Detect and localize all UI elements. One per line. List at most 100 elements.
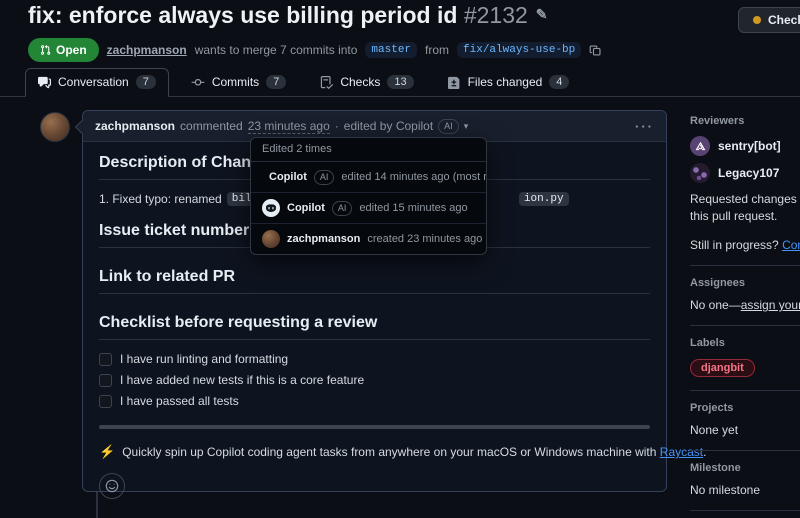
reviewers-title[interactable]: Reviewers: [690, 115, 800, 127]
reviewer-name: sentry[bot]: [718, 139, 781, 153]
tab-conversation-count: 7: [136, 75, 156, 89]
tab-checks-label: Checks: [340, 75, 380, 89]
check-status-button[interactable]: Check: [738, 7, 800, 33]
pr-author-link[interactable]: zachpmanson: [107, 43, 187, 57]
checklist-item-label: I have added new tests if this is a core…: [120, 373, 364, 387]
edit-actor: zachpmanson: [287, 233, 360, 245]
assign-yourself-link[interactable]: assign yourself: [741, 298, 800, 312]
pull-request-page: fix: enforce always use billing period i…: [0, 0, 800, 518]
labels-title[interactable]: Labels: [690, 337, 800, 349]
ai-badge: AI: [332, 201, 353, 216]
milestone-title[interactable]: Milestone: [690, 462, 800, 474]
zachpmanson-avatar: [262, 230, 280, 248]
checklist-item: I have passed all tests: [99, 394, 650, 408]
checklist-item-label: I have passed all tests: [120, 394, 239, 408]
still-in-progress-note: Still in progress? Conver: [690, 238, 800, 252]
edit-title-pencil-icon[interactable]: ✎: [536, 6, 548, 22]
list-item-text: 1. Fixed typo: renamed: [99, 192, 222, 206]
tab-checks-count: 13: [387, 75, 413, 89]
reviewer-name: Legacy107: [718, 166, 779, 180]
edit-actor: Copilot: [287, 202, 325, 214]
convert-to-draft-link[interactable]: Conver: [782, 238, 800, 252]
smiley-icon: [105, 479, 119, 493]
comment-author-avatar[interactable]: [40, 112, 70, 142]
edited-by-text[interactable]: edited by Copilot: [344, 119, 433, 133]
tab-commits-label: Commits: [212, 75, 259, 89]
checklist-item: I have added new tests if this is a core…: [99, 373, 650, 387]
pr-tabbar: Conversation 7 Commits 7 Checks 13 Files…: [0, 70, 800, 97]
markdown-divider: [99, 425, 650, 429]
commit-icon: [191, 76, 205, 89]
edit-history-entry[interactable]: zachpmanson created 23 minutes ago: [251, 224, 486, 254]
projects-section: Projects None yet: [690, 391, 800, 451]
pr-title-text: fix: enforce always use billing period i…: [28, 2, 457, 28]
chevron-down-icon[interactable]: ▾: [464, 121, 469, 132]
edit-history-entry[interactable]: Copilot AI edited 14 minutes ago (most r…: [251, 162, 486, 193]
pr-meta-row: Open zachpmanson wants to merge 7 commit…: [28, 38, 602, 62]
requested-changes-note: Requested changes mus this pull request.: [690, 191, 800, 225]
file-diff-icon: [448, 76, 461, 89]
raycast-promo-note: ⚡ Quickly spin up Copilot coding agent t…: [99, 444, 650, 460]
ai-badge: AI: [314, 170, 335, 185]
copilot-icon: [262, 199, 280, 217]
tab-commits[interactable]: Commits 7: [179, 69, 298, 96]
tab-files-changed-count: 4: [549, 75, 569, 89]
checklist-icon: [320, 76, 333, 89]
reviewer-row[interactable]: Legacy107: [690, 163, 800, 183]
tab-files-changed[interactable]: Files changed 4: [436, 69, 582, 96]
checkbox-linting[interactable]: [99, 353, 112, 366]
comment-action: commented: [180, 119, 243, 133]
ai-badge: AI: [438, 119, 459, 134]
edit-history-dropdown: Edited 2 times Copilot AI edited 14 minu…: [250, 137, 487, 255]
assignees-value: No one—assign yourself: [690, 298, 800, 312]
reviewers-section: Reviewers sentry[bot] Legacy107 Requeste…: [690, 104, 800, 266]
assignees-section: Assignees No one—assign yourself: [690, 266, 800, 326]
reviewer-row[interactable]: sentry[bot]: [690, 136, 800, 156]
label-djangbit[interactable]: djangbit: [690, 359, 755, 377]
heading-link-related-pr: Link to related PR: [99, 268, 650, 294]
open-badge-label: Open: [56, 43, 87, 57]
head-branch-label[interactable]: fix/always-use-bp: [457, 42, 581, 58]
checklist-item-label: I have run linting and formatting: [120, 352, 288, 366]
projects-title[interactable]: Projects: [690, 402, 800, 414]
legacy107-avatar: [690, 163, 710, 183]
git-pull-request-icon: [40, 44, 51, 56]
review-checklist: I have run linting and formatting I have…: [99, 352, 650, 408]
projects-value: None yet: [690, 423, 800, 437]
milestone-value: No milestone: [690, 483, 800, 497]
base-branch-label[interactable]: master: [365, 42, 417, 58]
comment-timestamp[interactable]: 23 minutes ago: [248, 119, 330, 134]
from-word: from: [425, 43, 449, 57]
tab-files-changed-label: Files changed: [468, 75, 543, 89]
checkbox-new-tests[interactable]: [99, 374, 112, 387]
merge-text: wants to merge 7 commits into: [195, 43, 358, 57]
page-title: fix: enforce always use billing period i…: [28, 2, 548, 29]
open-status-badge: Open: [28, 38, 99, 62]
copy-branch-icon[interactable]: [589, 44, 602, 57]
pending-status-dot-icon: [753, 16, 761, 24]
comment-author[interactable]: zachpmanson: [95, 119, 175, 133]
edit-time: created 23 minutes ago: [367, 233, 482, 245]
comment-discussion-icon: [38, 76, 51, 89]
tab-commits-count: 7: [266, 75, 286, 89]
lightning-bolt-icon: ⚡: [99, 444, 115, 460]
inline-code-file: ion.py: [519, 192, 569, 206]
tab-conversation-label: Conversation: [58, 75, 129, 89]
promo-text: Quickly spin up Copilot coding agent tas…: [122, 445, 706, 459]
pr-sidebar: Reviewers sentry[bot] Legacy107 Requeste…: [690, 104, 800, 518]
labels-section: Labels djangbit: [690, 326, 800, 391]
edit-time: edited 14 minutes ago (most recent): [341, 171, 487, 183]
edit-history-entry[interactable]: Copilot AI edited 15 minutes ago: [251, 193, 486, 224]
checklist-item: I have run linting and formatting: [99, 352, 650, 366]
tab-checks[interactable]: Checks 13: [308, 69, 425, 96]
pr-number: #2132: [464, 2, 528, 28]
edit-actor: Copilot: [269, 171, 307, 183]
separator-dot: ·: [335, 119, 339, 133]
checkbox-passed-tests[interactable]: [99, 395, 112, 408]
assignees-title[interactable]: Assignees: [690, 277, 800, 289]
add-reaction-button[interactable]: [99, 473, 125, 499]
development-section: Development Successfully merging this: [690, 511, 800, 518]
comment-kebab-menu[interactable]: ···: [635, 119, 654, 134]
tab-conversation[interactable]: Conversation 7: [25, 68, 169, 97]
milestone-section: Milestone No milestone: [690, 451, 800, 511]
